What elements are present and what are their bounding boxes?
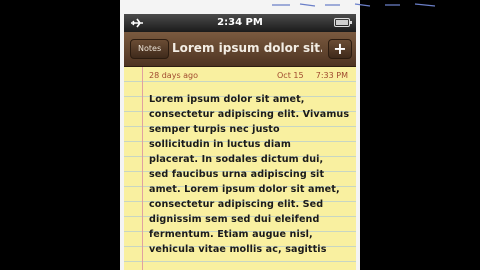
note-line: sed faucibus urna adipiscing sit (149, 169, 325, 180)
note-line: vehicula vitae mollis ac, sagittis (149, 244, 327, 255)
note-paper[interactable]: 28 days ago Oct 15 7:33 PM Lorem ipsum d… (124, 67, 356, 270)
status-time: 2:34 PM (217, 17, 263, 28)
note-line: dignissim sem sed dui eleifend (149, 214, 320, 225)
note-date: Oct 15 (277, 71, 304, 80)
navigation-bar: Notes Lorem ipsum dolor sit... + (124, 32, 356, 67)
paper-margin-line (142, 67, 143, 270)
note-line: semper turpis nec justo (149, 124, 280, 135)
status-bar: 2:34 PM (124, 14, 356, 32)
notes-back-button[interactable]: Notes (130, 39, 170, 59)
add-note-button[interactable]: + (328, 39, 352, 59)
note-title: Lorem ipsum dolor sit... (172, 41, 322, 55)
note-line: placerat. In sodales dictum dui, (149, 154, 324, 165)
battery-icon (334, 18, 352, 27)
note-age: 28 days ago (149, 71, 199, 80)
scribble-decoration (272, 3, 436, 7)
phone-screen: 2:34 PM Notes Lorem ipsum dolor sit... +… (124, 14, 356, 270)
note-line: amet. Lorem ipsum dolor sit amet, (149, 184, 340, 195)
note-line: consectetur adipiscing elit. Vivamus (149, 109, 350, 120)
note-body[interactable]: Lorem ipsum dolor sit amet, consectetur … (149, 92, 353, 257)
note-meta: 28 days ago Oct 15 7:33 PM (149, 71, 350, 83)
note-line: consectetur adipiscing elit. Sed (149, 199, 324, 210)
note-line: Lorem ipsum dolor sit amet, (149, 94, 305, 105)
note-time: 7:33 PM (315, 71, 348, 80)
note-line: fermentum. Etiam augue nisl, (149, 229, 313, 240)
note-line: sollicitudin in luctus diam (149, 139, 291, 150)
